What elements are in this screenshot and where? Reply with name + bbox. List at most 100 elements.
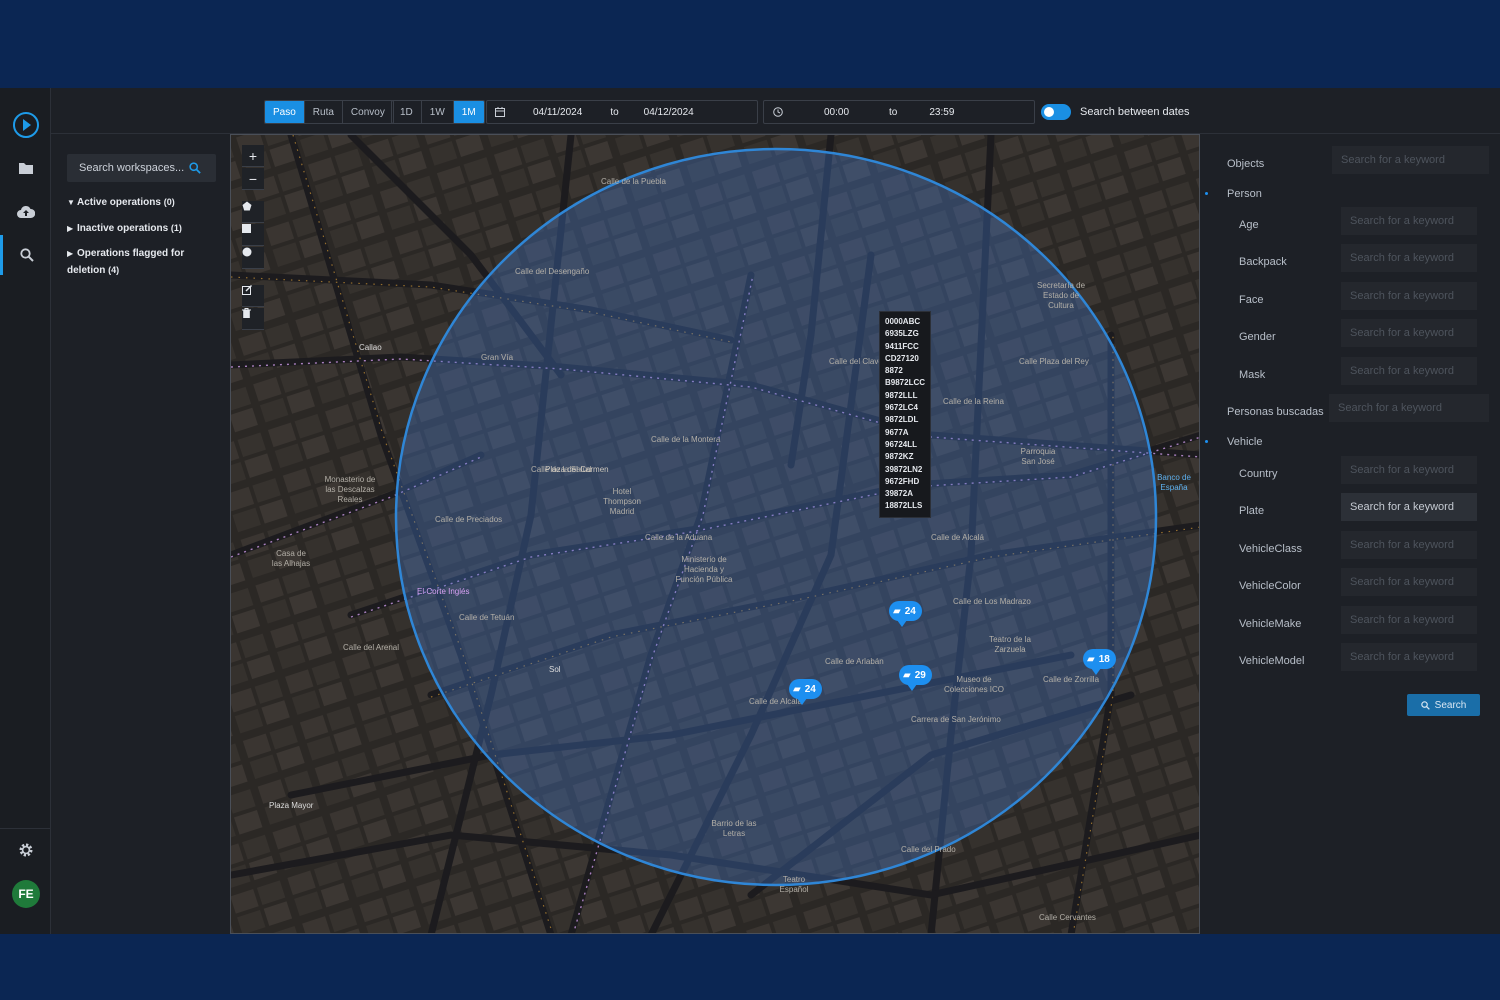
objects-search-input[interactable] — [1332, 146, 1489, 174]
street-label: Calle de Preciados — [435, 515, 503, 524]
range-selector: 1D 1W 1M — [391, 100, 485, 124]
workspace-search-input[interactable] — [67, 162, 189, 174]
draw-polygon-button[interactable] — [242, 201, 264, 223]
cluster-count: 29 — [914, 669, 926, 681]
camera-cluster-marker[interactable]: ▰ 29 — [899, 665, 932, 691]
map-view[interactable]: Gran Vía Calle de Alcalá Calle del Arena… — [230, 134, 1200, 934]
plate-item: 18872LLS — [885, 501, 923, 511]
range-1m[interactable]: 1M — [453, 101, 484, 123]
plate-item: 39872A — [885, 489, 914, 499]
face-label: Face — [1239, 294, 1264, 306]
country-input[interactable] — [1341, 456, 1477, 484]
search-between-dates-label: Search between dates — [1080, 106, 1190, 118]
tree-count: (1) — [170, 223, 182, 233]
time-separator: to — [889, 106, 898, 118]
age-input[interactable] — [1341, 207, 1477, 235]
place-label: Ministerio de Hacienda y Función Pública — [675, 555, 733, 584]
play-logo-icon[interactable] — [0, 105, 51, 145]
edit-icon — [242, 285, 252, 295]
plate-item: 6935LZG — [885, 329, 919, 339]
search-icon — [1420, 700, 1430, 710]
plate-item: B9872LCC — [885, 378, 926, 388]
place-label: Museo de Colecciones ICO — [943, 675, 1005, 694]
camera-icon: ▰ — [903, 669, 911, 681]
place-label: Secretaría de Estado de Cultura — [1036, 281, 1086, 310]
plate-item: 8872 — [885, 366, 903, 376]
search-icon[interactable] — [0, 235, 51, 275]
edit-shape-button[interactable] — [242, 285, 264, 307]
search-icon[interactable] — [189, 162, 201, 174]
vehiclemodel-input[interactable] — [1341, 643, 1477, 671]
time-to: 23:59 — [929, 106, 955, 118]
time-range-picker[interactable]: 00:00 to 23:59 — [763, 100, 1035, 124]
backpack-input[interactable] — [1341, 244, 1477, 272]
plate-label: Plate — [1239, 505, 1265, 517]
plate-item: 9872LDL — [885, 415, 919, 425]
personas-buscadas-input[interactable] — [1329, 394, 1489, 422]
mode-paso[interactable]: Paso — [265, 101, 305, 123]
plate-item: 9872KZ — [885, 452, 914, 462]
delete-shape-button[interactable] — [242, 308, 264, 330]
plate-item: 9672FHD — [885, 476, 920, 486]
place-label: Plaza Mayor — [269, 801, 314, 810]
search-button[interactable]: Search — [1407, 694, 1480, 716]
search-between-dates-toggle[interactable] — [1041, 104, 1071, 120]
square-icon — [242, 224, 251, 233]
cluster-count: 24 — [804, 683, 816, 695]
cluster-count: 24 — [904, 605, 916, 617]
avatar[interactable]: FE — [12, 880, 40, 908]
vehicleclass-label: VehicleClass — [1239, 543, 1302, 555]
rail-divider — [0, 828, 51, 829]
calendar-icon — [495, 107, 505, 117]
vehiclecolor-input[interactable] — [1341, 568, 1477, 596]
street-label: Calle de Alcalá — [749, 697, 802, 706]
tree-active-operations[interactable]: ▼ Active operations (0) — [67, 194, 217, 211]
tree-count: (0) — [163, 197, 175, 207]
street-label: Calle de Los Madrazo — [953, 597, 1031, 606]
zoom-in-button[interactable]: + — [242, 145, 264, 167]
street-label: Calle de Arlabán — [825, 657, 884, 666]
draw-circle-button[interactable] — [242, 247, 264, 269]
mode-ruta[interactable]: Ruta — [305, 101, 343, 123]
face-input[interactable] — [1341, 282, 1477, 310]
caret-right-icon: ▶ — [67, 224, 74, 233]
map-canvas — [231, 135, 1199, 933]
camera-cluster-marker[interactable]: ▰ 18 — [1083, 649, 1116, 675]
street-label: Calle de la Montera — [651, 435, 721, 444]
vehicleclass-input[interactable] — [1341, 531, 1477, 559]
folder-icon[interactable] — [0, 148, 51, 188]
workspace-sidebar: ▼Active operations (0) ▶Inactive operati… — [51, 134, 229, 934]
camera-cluster-marker[interactable]: ▰ 24 — [789, 679, 822, 705]
camera-icon: ▰ — [793, 683, 801, 695]
range-1w[interactable]: 1W — [422, 101, 454, 123]
gear-icon[interactable] — [0, 830, 51, 870]
vehiclemodel-label: VehicleModel — [1239, 655, 1305, 667]
tree-flagged-operations[interactable]: ▶ Operations flagged for deletion (4) — [67, 246, 207, 279]
zoom-out-button[interactable]: − — [242, 168, 264, 190]
search-radius-circle[interactable] — [394, 147, 1158, 887]
mode-convoy[interactable]: Convoy — [343, 101, 393, 123]
mask-input[interactable] — [1341, 357, 1477, 385]
camera-cluster-marker[interactable]: ▰ 24 — [889, 601, 922, 627]
place-label: Teatro de la Zarzuela — [989, 635, 1031, 654]
plate-input[interactable] — [1341, 493, 1477, 521]
plate-item: 9872LLL — [885, 390, 918, 400]
search-button-label: Search — [1434, 699, 1467, 711]
place-label: Casa de las Alhajas — [271, 549, 311, 568]
plate-item: 9677A — [885, 427, 909, 437]
backpack-label: Backpack — [1239, 256, 1287, 268]
personas-buscadas-label: Personas buscadas — [1227, 406, 1324, 418]
range-1d[interactable]: 1D — [392, 101, 422, 123]
street-label: Calle del Prado — [901, 845, 956, 854]
cloud-upload-icon[interactable] — [0, 192, 51, 232]
vehiclemake-input[interactable] — [1341, 606, 1477, 634]
place-label: Plaza del Carmen — [545, 465, 609, 474]
street-label: Calle de la Puebla — [601, 177, 666, 186]
tree-inactive-operations[interactable]: ▶ Inactive operations (1) — [67, 220, 217, 237]
plate-item: 39872LN2 — [885, 464, 923, 474]
trash-icon — [242, 308, 251, 318]
gender-input[interactable] — [1341, 319, 1477, 347]
date-range-picker[interactable]: 04/11/2024 to 04/12/2024 — [486, 100, 758, 124]
draw-rectangle-button[interactable] — [242, 224, 264, 246]
gender-label: Gender — [1239, 331, 1276, 343]
